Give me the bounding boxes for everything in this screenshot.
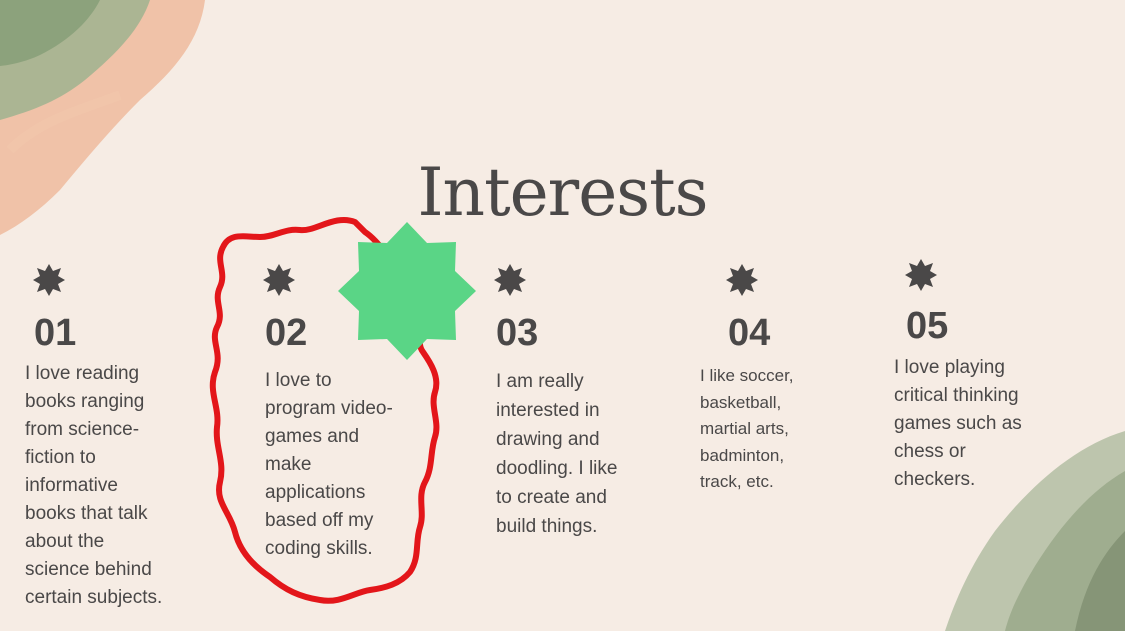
description-line: program video-	[265, 398, 393, 419]
item-description: I am really interested in drawing and do…	[496, 367, 617, 541]
description-line: books ranging	[25, 391, 145, 412]
item-number: 03	[496, 312, 539, 354]
octagram-bullet-icon	[263, 264, 295, 296]
description-line: certain subjects.	[25, 587, 163, 608]
description-line: I like soccer,	[700, 366, 794, 385]
description-line: chess or	[894, 441, 966, 462]
description-line: I love reading	[25, 363, 140, 384]
description-line: from science-	[25, 419, 140, 440]
description-line: basketball,	[700, 392, 782, 412]
description-line: I love to	[265, 370, 332, 391]
slide-title: Interests	[417, 154, 708, 232]
description-line: badminton,	[700, 445, 785, 465]
description-line: games such as	[894, 413, 1022, 434]
description-line: critical thinking	[894, 385, 1019, 406]
description-line: informative	[25, 475, 118, 496]
description-line: books that talk	[25, 503, 148, 524]
octagram-bullet-icon	[494, 264, 526, 296]
item-description: I like soccer, basketball, martial arts,…	[700, 363, 794, 496]
description-line: interested in	[496, 400, 600, 421]
description-line: checkers.	[894, 469, 976, 490]
item-description: I love playing critical thinking games s…	[894, 354, 1022, 494]
description-line: I love playing	[894, 357, 1005, 378]
item-description: I love to program video- games and make …	[265, 367, 393, 563]
item-number: 05	[906, 305, 949, 347]
description-line: applications	[265, 482, 366, 503]
octagram-bullet-icon	[33, 264, 65, 296]
description-line: doodling. I like	[496, 458, 618, 479]
description-line: martial arts,	[700, 419, 789, 438]
description-line: games and	[265, 426, 360, 447]
octagram-bullet-icon	[726, 264, 758, 296]
description-line: track, etc.	[700, 472, 774, 491]
green-star-shape	[338, 222, 476, 360]
description-line: build things.	[496, 516, 598, 537]
description-line: fiction to	[25, 447, 96, 468]
item-number: 01	[34, 312, 77, 354]
description-line: based off my	[265, 510, 374, 531]
item-description: I love reading books ranging from scienc…	[25, 360, 162, 612]
description-line: coding skills.	[265, 538, 373, 559]
description-line: to create and	[496, 487, 607, 508]
description-line: I am really	[496, 371, 584, 392]
description-line: science behind	[25, 559, 152, 580]
item-number: 04	[728, 312, 771, 354]
description-line: about the	[25, 531, 105, 552]
item-number: 02	[265, 312, 308, 354]
octagram-bullet-icon	[905, 259, 937, 291]
description-line: drawing and	[496, 429, 600, 450]
description-line: make	[265, 454, 312, 475]
